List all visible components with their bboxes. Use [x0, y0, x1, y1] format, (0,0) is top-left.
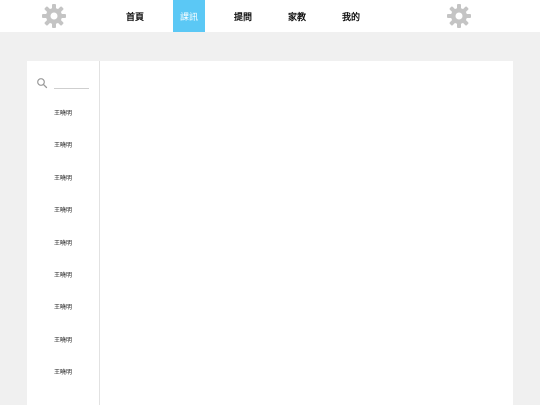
nav-item-mine[interactable]: 我的 [335, 0, 367, 32]
nav-item-home[interactable]: 首頁 [119, 0, 151, 32]
nav-item-questions[interactable]: 提問 [227, 0, 259, 32]
contact-item[interactable]: 王曉明 [27, 140, 99, 149]
search-icon[interactable] [36, 77, 48, 89]
top-nav-bar: 首頁 課訊 提問 家教 我的 [0, 0, 540, 32]
nav-item-courses[interactable]: 課訊 [173, 0, 205, 32]
contact-item[interactable]: 王曉明 [27, 173, 99, 182]
contact-item[interactable]: 王曉明 [27, 238, 99, 247]
contact-item[interactable]: 王曉明 [27, 270, 99, 279]
contact-sidebar: 王曉明 王曉明 王曉明 王曉明 王曉明 王曉明 王曉明 王曉明 王曉明 [27, 61, 100, 405]
main-panel: 王曉明 王曉明 王曉明 王曉明 王曉明 王曉明 王曉明 王曉明 王曉明 [27, 61, 513, 405]
contact-item[interactable]: 王曉明 [27, 367, 99, 376]
contact-item[interactable]: 王曉明 [27, 205, 99, 214]
search-input[interactable] [54, 75, 89, 89]
contact-item[interactable]: 王曉明 [27, 335, 99, 344]
nav-item-tutor[interactable]: 家教 [281, 0, 313, 32]
gear-icon[interactable] [445, 2, 473, 30]
content-area [101, 61, 513, 405]
contact-item[interactable]: 王曉明 [27, 302, 99, 311]
contact-item[interactable]: 王曉明 [27, 108, 99, 117]
gear-icon[interactable] [40, 2, 68, 30]
